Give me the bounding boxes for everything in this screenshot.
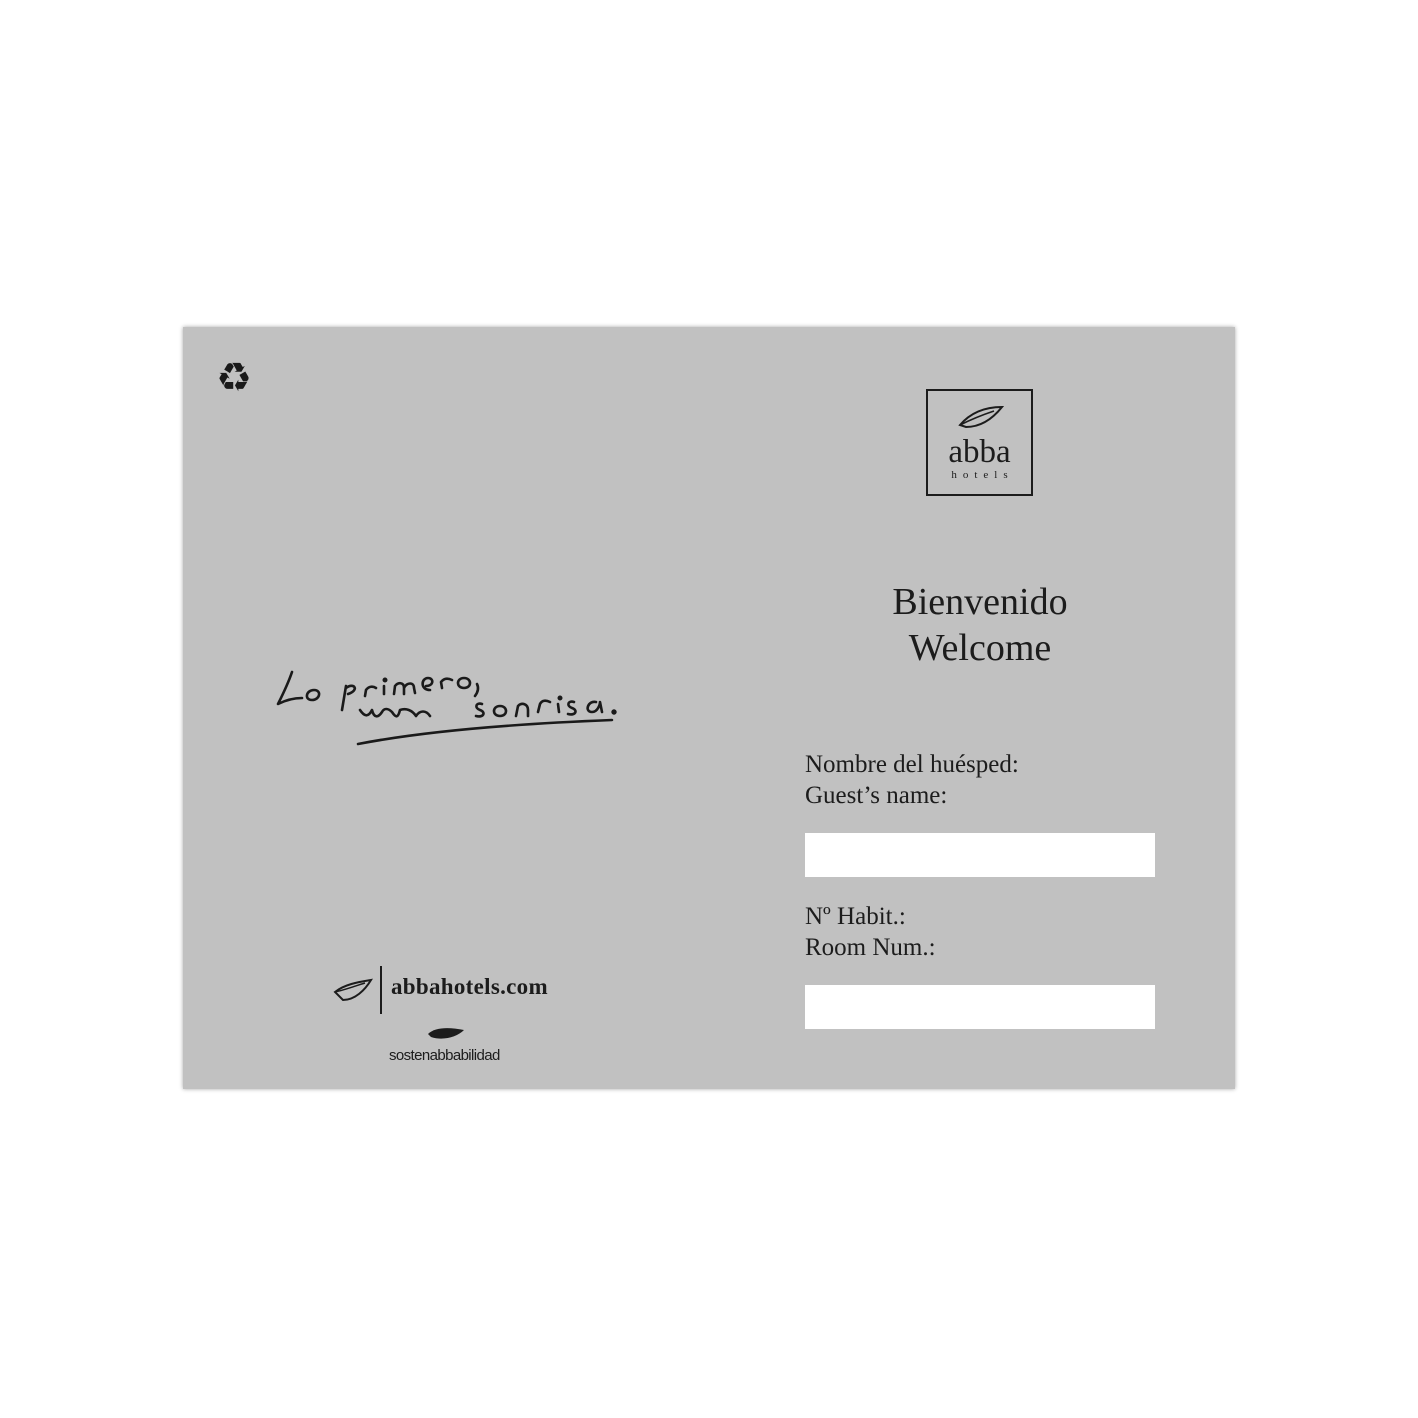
handwritten-slogan [276, 670, 617, 746]
guest-name-field[interactable] [805, 833, 1155, 877]
greeting-english: Welcome [908, 627, 1052, 669]
greeting-spanish: Bienvenido [892, 581, 1068, 623]
logo-subtitle: hotels [951, 469, 1014, 481]
logo-wordmark: abba [948, 434, 1011, 470]
guest-name-label-en: Guest’s name: [805, 782, 948, 809]
footer-divider [380, 966, 382, 1014]
leaf-icon [333, 978, 373, 1002]
recycle-icon: ♻ [216, 355, 252, 401]
leaf-icon [428, 1028, 464, 1039]
leaf-icon [958, 405, 1004, 429]
website-link[interactable]: abbahotels.com [391, 972, 548, 1002]
room-number-label-en: Room Num.: [805, 934, 936, 961]
room-number-field[interactable] [805, 985, 1155, 1029]
guest-name-label-es: Nombre del huésped: [805, 751, 1019, 778]
room-number-label-es: Nº Habit.: [805, 903, 906, 930]
sustainability-label: sostenabbabilidad [389, 1047, 500, 1064]
